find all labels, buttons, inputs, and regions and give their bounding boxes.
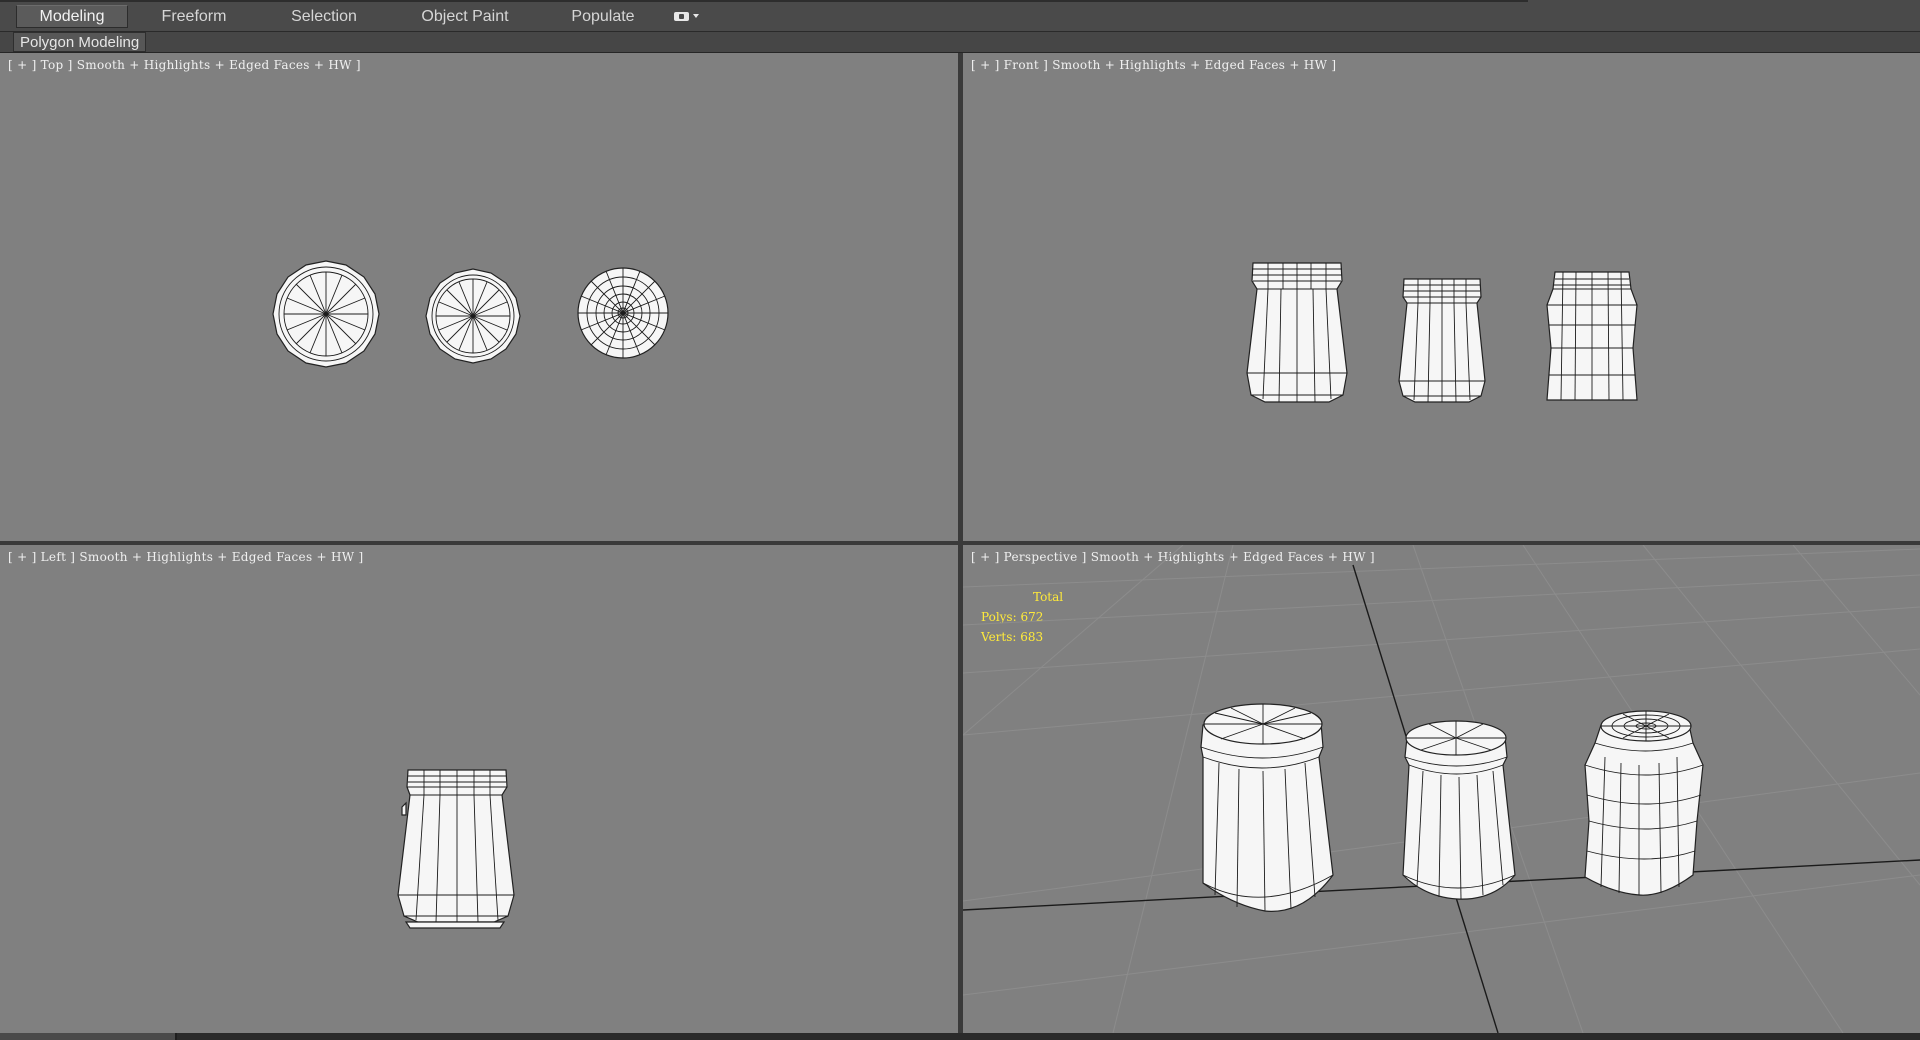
polygon-modeling-button[interactable]: Polygon Modeling [13, 32, 147, 52]
tab-freeform[interactable]: Freeform [150, 5, 238, 28]
jar-perspective-2 [1402, 720, 1516, 900]
jar-front-3 [1546, 271, 1638, 401]
viewport-top[interactable]: [ + ] Top ] Smooth + Highlights + Edged … [0, 53, 958, 541]
jar-perspective-3 [1584, 710, 1704, 896]
title-strip [0, 0, 1528, 2]
jar-left-1 [397, 769, 515, 929]
time-slider[interactable] [0, 1033, 177, 1040]
ribbon-panel: Polygon Modeling [0, 32, 1920, 53]
jar-perspective-1 [1200, 703, 1334, 912]
viewport-left[interactable]: [ + ] Left ] Smooth + Highlights + Edged… [0, 545, 958, 1033]
tab-populate[interactable]: Populate [560, 5, 646, 28]
jar-top-1 [272, 260, 380, 368]
top-view-canvas [272, 260, 669, 368]
tab-modeling[interactable]: Modeling [16, 5, 128, 28]
jar-top-2 [425, 268, 521, 364]
jar-front-2 [1398, 278, 1486, 403]
jar-top-3 [577, 267, 669, 359]
front-view-canvas [1246, 262, 1638, 403]
status-bar [0, 1033, 1920, 1040]
viewport-front[interactable]: [ + ] Front ] Smooth + Highlights + Edge… [963, 53, 1920, 541]
tab-object-paint[interactable]: Object Paint [410, 5, 520, 28]
jar-front-1 [1246, 262, 1348, 403]
ribbon-tab-bar: Modeling Freeform Selection Object Paint… [0, 0, 1920, 32]
perspective-view-canvas [963, 545, 1920, 1033]
ribbon-options-dropdown[interactable] [674, 9, 704, 23]
ribbon-toggle-icon [674, 11, 689, 21]
viewport-perspective[interactable]: [ + ] Perspective ] Smooth + Highlights … [963, 545, 1920, 1033]
chevron-down-icon [693, 14, 699, 18]
tab-selection[interactable]: Selection [280, 5, 368, 28]
left-view-canvas [397, 769, 515, 929]
